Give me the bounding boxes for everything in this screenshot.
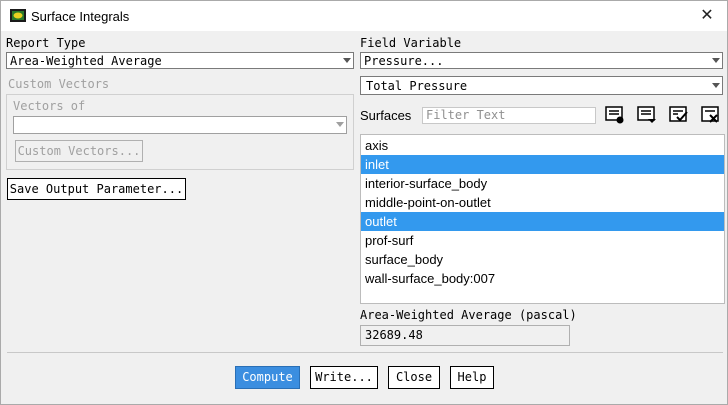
surface-item-prof-surf[interactable]: prof-surf [361, 231, 724, 250]
write-button[interactable]: Write... [310, 366, 378, 389]
select-list-icon[interactable] [636, 104, 658, 126]
field-variable-category-value: Pressure... [364, 54, 444, 68]
surface-item-axis[interactable]: axis [361, 136, 724, 155]
help-button[interactable]: Help [450, 366, 494, 389]
new-surface-icon[interactable] [604, 104, 626, 126]
close-icon[interactable]: ✕ [695, 5, 719, 27]
result-label: Area-Weighted Average (pascal) [360, 308, 577, 322]
title-bar: Surface Integrals ✕ [1, 1, 727, 31]
vectors-of-label: Vectors of [13, 99, 86, 113]
field-variable-label: Field Variable [360, 36, 462, 50]
field-variable-value: Total Pressure [366, 79, 468, 93]
surface-integrals-dialog: Surface Integrals ✕ Report Type Area-Wei… [0, 0, 728, 405]
surface-item-surface-body[interactable]: surface_body [361, 250, 724, 269]
surfaces-list[interactable]: axis inlet interior-surface_body middle-… [360, 134, 725, 304]
window-title: Surface Integrals [31, 9, 130, 24]
compute-button[interactable]: Compute [235, 366, 300, 389]
surfaces-label: Surfaces [360, 108, 412, 123]
report-type-label: Report Type [6, 36, 86, 50]
custom-vectors-button[interactable]: Custom Vectors... [15, 140, 143, 162]
surface-item-inlet[interactable]: inlet [361, 155, 724, 174]
save-output-parameter-button[interactable]: Save Output Parameter... [7, 178, 186, 200]
field-variable-category-dropdown[interactable]: Pressure... [360, 52, 723, 69]
field-variable-dropdown[interactable]: Total Pressure [360, 76, 723, 95]
surface-item-outlet[interactable]: outlet [361, 212, 724, 231]
vectors-of-dropdown[interactable] [13, 116, 347, 134]
chevron-down-icon [343, 58, 351, 63]
close-button[interactable]: Close [388, 366, 440, 389]
select-all-icon[interactable] [668, 104, 690, 126]
fluent-app-icon [10, 9, 26, 22]
custom-vectors-group: Vectors of Custom Vectors... [6, 94, 354, 170]
chevron-down-icon [336, 122, 344, 127]
chevron-down-icon [712, 83, 720, 88]
bottom-separator [7, 352, 723, 353]
report-type-dropdown[interactable]: Area-Weighted Average [6, 52, 354, 69]
deselect-all-icon[interactable] [700, 104, 722, 126]
report-type-value: Area-Weighted Average [10, 54, 162, 68]
filter-text-input[interactable]: Filter Text [422, 107, 596, 124]
surface-item-interior-surface-body[interactable]: interior-surface_body [361, 174, 724, 193]
result-value-field: 32689.48 [360, 325, 570, 346]
custom-vectors-group-label: Custom Vectors [8, 77, 110, 91]
surface-item-wall-surface-body-007[interactable]: wall-surface_body:007 [361, 269, 724, 288]
surface-item-middle-point-on-outlet[interactable]: middle-point-on-outlet [361, 193, 724, 212]
chevron-down-icon [712, 58, 720, 63]
